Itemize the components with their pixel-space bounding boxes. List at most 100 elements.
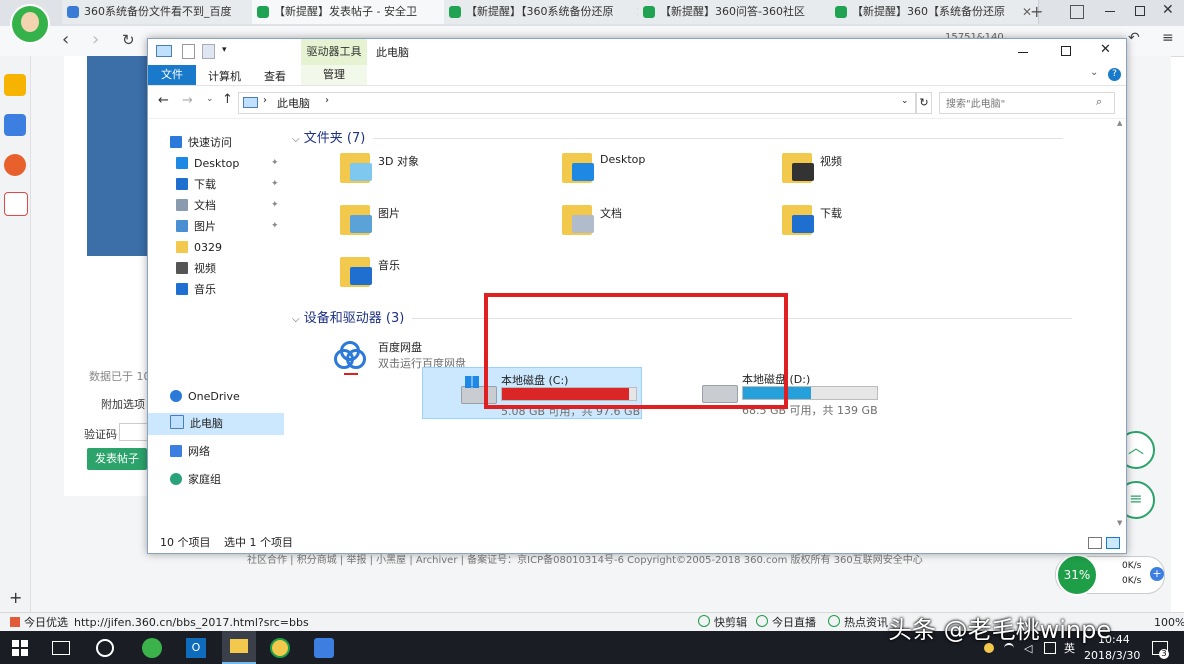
submit-post-button[interactable]: 发表帖子	[87, 448, 147, 470]
minimize-icon[interactable]	[1105, 11, 1115, 12]
browser-tab[interactable]: 【新提醒】发表帖子 - 安全卫✕	[252, 0, 461, 24]
explorer-close-icon[interactable]: ✕	[1100, 42, 1111, 57]
browser-tab[interactable]: 360系统备份文件看不到_百度✕	[62, 0, 271, 24]
qat-dropdown-icon[interactable]: ▾	[222, 45, 227, 55]
tiles-view-icon[interactable]	[1106, 537, 1120, 549]
search-box[interactable]: 搜索"此电脑" ⌕	[939, 92, 1115, 114]
windows-start-icon[interactable]	[12, 640, 28, 656]
folder-item[interactable]: 下载	[780, 201, 990, 249]
nav-quick-item-label: 下载	[194, 178, 216, 191]
browser-tab[interactable]: 【新提醒】360问答-360社区✕	[638, 0, 847, 24]
window-title: 此电脑	[376, 46, 409, 59]
sync-app-icon[interactable]	[314, 638, 334, 658]
folder-item[interactable]: Desktop	[560, 149, 770, 197]
speed-up: 0K/s	[1122, 561, 1142, 571]
status-item[interactable]: 快剪辑	[698, 613, 747, 632]
nav-quick-item[interactable]: 音乐	[176, 280, 216, 300]
file-explorer-taskbar-icon[interactable]	[222, 631, 256, 664]
menu-icon[interactable]: ≡	[1162, 30, 1174, 46]
tab-favicon-icon	[449, 6, 461, 18]
folder-label: 下载	[820, 207, 842, 220]
tab-label: 【新提醒】360【系统备份还原	[852, 5, 1005, 18]
nav-quick-item[interactable]: 0329	[176, 238, 222, 258]
360-browser-icon[interactable]	[142, 638, 162, 658]
star-icon[interactable]	[4, 74, 26, 96]
nav-network[interactable]: 网络	[170, 442, 210, 462]
restore-icon[interactable]	[1135, 6, 1145, 16]
speed-percent: 31%	[1056, 554, 1098, 596]
nav-quick-access-label: 快速访问	[188, 136, 232, 149]
browser-tab[interactable]: 【新提醒】360【系统备份还原 ✕	[830, 0, 1039, 24]
nav-quick-item[interactable]: 图片	[176, 217, 216, 237]
nav-quick-item[interactable]: 文档	[176, 196, 216, 216]
folder-label: 视频	[820, 155, 842, 168]
pin-icon: ✦	[271, 200, 279, 210]
refresh-address-icon[interactable]: ↻	[916, 92, 932, 114]
folder-item[interactable]: 图片	[338, 201, 548, 249]
speed-widget[interactable]: 31% 0K/s 0K/s +	[1055, 554, 1165, 596]
tab-favicon-icon	[643, 6, 655, 18]
selected-count: 选中 1 个项目	[224, 536, 293, 549]
forward-icon[interactable]: ›	[92, 29, 99, 50]
content-scrollbar[interactable]: ▲ ▼	[1116, 119, 1125, 531]
folder-item[interactable]: 视频	[780, 149, 990, 197]
ribbon-expand-icon[interactable]: ⌄	[1090, 67, 1098, 78]
nav-quick-item[interactable]: 下载	[176, 175, 216, 195]
forward-arrow-icon[interactable]: →	[182, 93, 193, 108]
status-item[interactable]: 今日直播	[756, 613, 816, 632]
attach-options[interactable]: 附加选项	[101, 396, 145, 412]
tab-view[interactable]: 查看	[264, 68, 286, 84]
back-arrow-icon[interactable]: ←	[158, 93, 169, 108]
nav-quick-item-label: 文档	[194, 199, 216, 212]
360-security-icon[interactable]	[270, 638, 290, 658]
status-item-label: 快剪辑	[714, 616, 747, 629]
undo-icon[interactable]: ↶	[1128, 30, 1140, 46]
shirt-icon[interactable]	[1070, 5, 1084, 19]
explorer-maximize-icon[interactable]	[1061, 46, 1071, 56]
nav-quick-item[interactable]: Desktop	[176, 154, 239, 174]
up-arrow-icon[interactable]: ↑	[222, 92, 233, 107]
weibo-icon[interactable]	[4, 154, 26, 176]
help-icon[interactable]: ?	[1108, 68, 1121, 81]
properties-icon[interactable]	[182, 44, 195, 59]
close-icon[interactable]: ✕	[1162, 2, 1174, 18]
tab-manage[interactable]: 管理	[301, 65, 367, 85]
tab-file[interactable]: 文件	[148, 65, 196, 85]
nav-homegroup[interactable]: 家庭组	[170, 470, 221, 490]
task-view-icon[interactable]	[52, 641, 70, 655]
recent-dropdown-icon[interactable]: ⌄	[206, 94, 214, 104]
address-dropdown-icon[interactable]: ⌄	[901, 96, 909, 106]
add-icon[interactable]: +	[9, 588, 22, 607]
folder-item[interactable]: 文档	[560, 201, 770, 249]
clock-date[interactable]: 2018/3/30	[1084, 649, 1140, 662]
tab-computer[interactable]: 计算机	[208, 68, 241, 84]
mail-icon[interactable]	[4, 192, 28, 216]
address-box[interactable]: › 此电脑 › ⌄	[238, 92, 916, 114]
browser-tab[interactable]: 【新提醒】【360系统备份还原✕	[444, 0, 653, 24]
news-icon[interactable]	[4, 114, 26, 136]
folder-icon	[560, 201, 594, 239]
new-folder-icon[interactable]	[202, 44, 215, 59]
folders-group-label: 文件夹 (7)	[303, 131, 366, 146]
nav-quick-access[interactable]: 快速访问	[170, 133, 232, 153]
zoom-level[interactable]: 100%	[1154, 613, 1184, 632]
nav-this-pc[interactable]: 此电脑	[170, 414, 223, 434]
nav-onedrive[interactable]: OneDrive	[170, 387, 240, 407]
back-icon[interactable]: ‹	[62, 29, 69, 50]
folder-item[interactable]: 3D 对象	[338, 149, 548, 197]
explorer-minimize-icon[interactable]	[1018, 52, 1028, 53]
new-tab-button[interactable]: +	[1030, 2, 1043, 21]
nav-network-label: 网络	[188, 445, 210, 458]
user-avatar[interactable]	[10, 4, 50, 44]
status-item[interactable]: 热点资讯	[828, 613, 888, 632]
folders-group-header[interactable]: ⌵ 文件夹 (7)	[292, 127, 1064, 146]
fan-app-icon[interactable]	[96, 639, 114, 657]
nav-quick-item[interactable]: 视频	[176, 259, 216, 279]
outlook-icon[interactable]: O	[186, 638, 206, 658]
folder-icon	[780, 149, 814, 187]
refresh-icon[interactable]: ↻	[122, 31, 135, 49]
details-view-icon[interactable]	[1088, 537, 1102, 549]
speed-plus-icon[interactable]: +	[1150, 567, 1164, 581]
today-picks[interactable]: 今日优选	[24, 613, 68, 632]
today-picks-icon[interactable]	[10, 617, 20, 627]
